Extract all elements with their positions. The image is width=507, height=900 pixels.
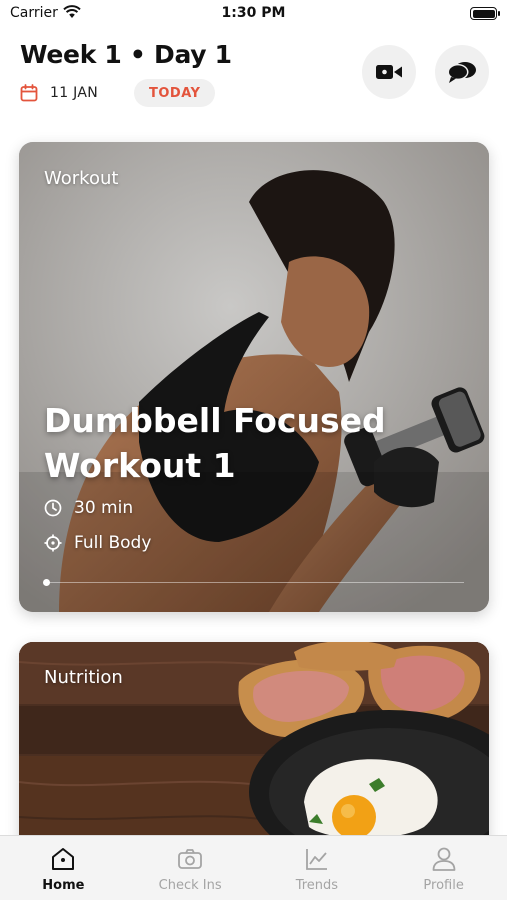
video-call-button[interactable] [362, 45, 416, 99]
camera-icon [178, 849, 203, 869]
workout-progress-track [44, 582, 464, 583]
nutrition-tag: Nutrition [44, 667, 123, 688]
tab-trends[interactable]: Trends [254, 836, 381, 900]
chat-button[interactable] [435, 45, 489, 99]
home-icon [52, 848, 75, 870]
date-row: 11 JAN TODAY [20, 79, 216, 107]
tab-check-ins-label: Check Ins [158, 878, 222, 893]
duration-label: 30 min [74, 498, 134, 518]
nutrition-card[interactable]: Nutrition [19, 642, 489, 852]
today-button[interactable]: TODAY [134, 79, 216, 107]
workout-title: Dumbbell Focused Workout 1 [44, 401, 386, 485]
status-time: 1:30 PM [221, 5, 286, 21]
date-label: 11 JAN [50, 85, 98, 101]
tab-profile-label: Profile [423, 878, 464, 893]
chart-icon [305, 849, 327, 870]
workout-focus: Full Body [44, 533, 151, 553]
clock-icon [44, 499, 62, 517]
status-bar: Carrier 1:30 PM [0, 0, 507, 30]
tab-profile[interactable]: Profile [380, 836, 507, 900]
workout-progress-indicator [43, 579, 50, 586]
video-icon [376, 65, 402, 79]
tab-check-ins[interactable]: Check Ins [127, 836, 254, 900]
workout-duration: 30 min [44, 498, 133, 518]
target-icon [44, 534, 62, 552]
workout-tag: Workout [44, 168, 119, 189]
tab-home[interactable]: Home [0, 836, 127, 900]
chat-icon [447, 62, 476, 83]
battery-icon [470, 7, 500, 20]
tab-bar: Home Check Ins Trends Profile [0, 835, 507, 900]
person-icon [432, 847, 456, 871]
calendar-icon [20, 84, 38, 102]
page-title: Week 1 • Day 1 [20, 40, 232, 69]
tab-trends-label: Trends [295, 878, 339, 893]
tab-home-label: Home [42, 878, 85, 893]
workout-card[interactable]: Workout Dumbbell Focused Workout 1 30 mi… [19, 142, 489, 612]
focus-label: Full Body [74, 533, 152, 553]
